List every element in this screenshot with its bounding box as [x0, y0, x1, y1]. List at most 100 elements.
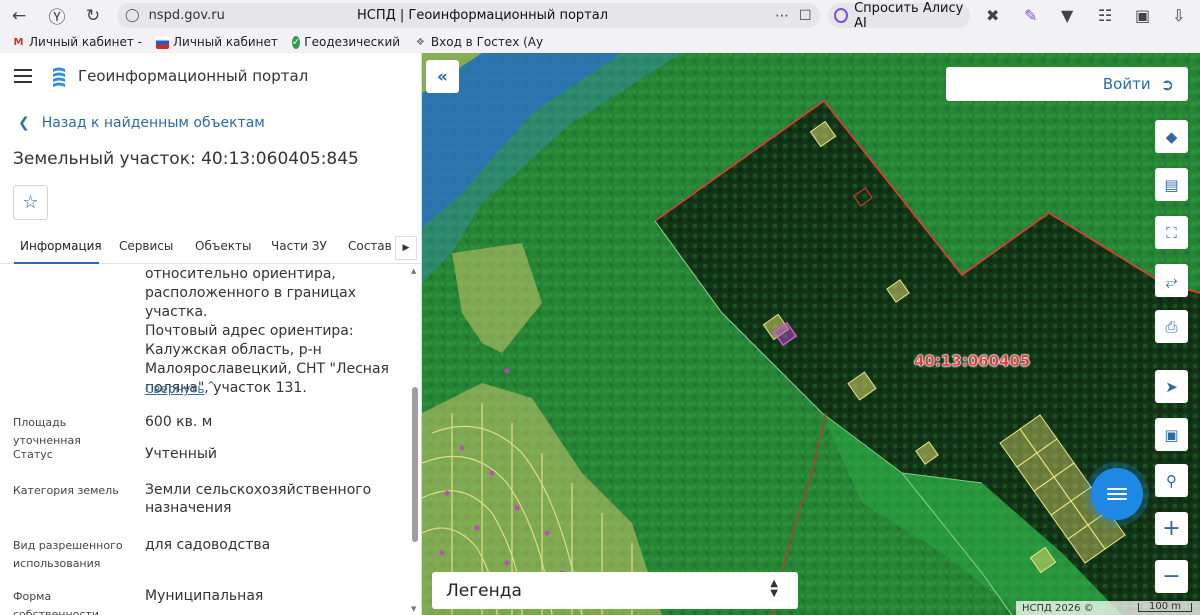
bookmark-item[interactable]: ❖ Вход в Гостех (Ау — [414, 35, 543, 49]
portal-logo-icon — [53, 67, 65, 87]
gmail-icon: M — [13, 36, 24, 48]
land-category-label: Категория земель — [13, 484, 119, 497]
bookmark-label: Вход в Гостех (Ау — [430, 35, 544, 49]
legend-label: Легенда — [446, 580, 522, 601]
zoom-in-button[interactable]: + — [1155, 512, 1188, 545]
tab-composition[interactable]: Состав — [348, 239, 392, 253]
collapse-link[interactable]: Свернуть — [145, 382, 204, 396]
bookmark-label: Геодезический ка — [304, 35, 400, 49]
alice-label: Спросить Алису AI — [854, 0, 964, 31]
select-area-button[interactable]: ⛶ — [1155, 216, 1188, 249]
tabs-scroll-right-button[interactable]: ▶ — [395, 236, 417, 260]
object-title: Земельный участок: 40:13:060405:845 — [13, 149, 359, 169]
chat-button[interactable] — [1091, 468, 1143, 520]
login-label: Войти — [1102, 75, 1151, 93]
area-value: 600 кв. м — [145, 414, 213, 430]
updown-chevron-icon: ▲ ▼ — [770, 578, 778, 599]
map-attribution: НСПД 2026 © 100 m — [1016, 601, 1200, 615]
bookmark-item[interactable]: ✓ Геодезический ка — [291, 35, 400, 49]
info-content: относительно ориентира, расположенного в… — [0, 265, 410, 615]
chevron-up-icon[interactable]: ⌃ — [206, 379, 216, 393]
pen-icon[interactable]: ✎ — [1024, 6, 1037, 25]
alice-icon — [834, 8, 849, 23]
gostech-icon: ❖ — [415, 36, 425, 48]
land-category-value: Земли сельскохозяйственного назначения — [145, 482, 372, 516]
object-info-panel: Геоинформационный портал ❮ Назад к найде… — [0, 53, 422, 615]
status-value: Учтенный — [145, 446, 218, 462]
address-line: относительно ориентира, — [145, 266, 336, 282]
back-link-label: Назад к найденным объектам — [41, 115, 265, 131]
check-circle-icon: ✓ — [291, 35, 301, 49]
back-to-results-link[interactable]: ❮ Назад к найденным объектам — [18, 115, 265, 131]
print-icon: ⎙ — [1165, 317, 1178, 336]
reload-icon[interactable]: ↻ — [76, 0, 110, 31]
tab-information[interactable]: Информация — [20, 239, 102, 253]
star-icon: ☆ — [22, 192, 39, 213]
tab-services[interactable]: Сервисы — [119, 239, 173, 253]
address-line: расположенного в границах участка. — [145, 285, 357, 320]
share-button[interactable]: ⥂ — [1155, 264, 1188, 297]
layers-button[interactable]: ◆ — [1155, 120, 1188, 153]
select-area-icon: ⛶ — [1166, 223, 1177, 242]
site-info-icon[interactable]: ◯ — [125, 8, 140, 23]
scroll-down-icon[interactable]: ▼ — [411, 605, 416, 613]
yandex-icon[interactable]: Ⓨ — [40, 0, 74, 31]
permitted-use-label: Вид разрешенного использования — [13, 539, 123, 570]
bookmarks-bar: M Личный кабинет - Личный кабинет ✓ Геод… — [0, 31, 1200, 53]
tab-parts[interactable]: Части ЗУ — [271, 239, 327, 253]
collapse-panel-button[interactable]: « — [426, 60, 459, 93]
login-button[interactable]: Войти ➲ — [946, 67, 1188, 101]
url-text: nspd.gov.ru — [148, 8, 225, 23]
tab-bar: Информация Сервисы Объекты Части ЗУ Сост… — [0, 231, 421, 264]
ownership-label: Форма собственности — [13, 590, 99, 615]
area-label: Площадь уточненная — [13, 416, 81, 447]
address-bar[interactable]: ◯ nspd.gov.ru НСПД | Геоинформационный п… — [117, 3, 820, 28]
minimap-button[interactable]: ▣ — [1155, 418, 1188, 451]
locate-button[interactable]: ➤ — [1155, 370, 1188, 403]
address-line: Малоярославецкий, СНТ "Лесная — [145, 361, 389, 377]
map-view[interactable]: « Войти ➲ ◆ ▤ ⛶ ⥂ ⎙ ➤ ▣ ⚲ + − 40:13:0604… — [422, 53, 1200, 615]
scroll-thumb[interactable] — [412, 387, 418, 542]
extension-icon[interactable]: ✖ — [986, 6, 999, 25]
collections-icon[interactable]: ▣ — [1135, 6, 1150, 25]
portal-name: Геоинформационный портал — [78, 67, 309, 85]
permitted-use-value: для садоводства — [145, 537, 271, 553]
share-icon: ⥂ — [1165, 271, 1178, 290]
measure-button[interactable]: ▤ — [1155, 168, 1188, 201]
bookmark-item[interactable]: M Личный кабинет - — [12, 35, 143, 49]
scale-bar: 100 m — [1138, 602, 1192, 612]
map-canvas[interactable] — [422, 53, 1200, 615]
zoom-out-icon: − — [1162, 564, 1181, 589]
tab-objects[interactable]: Объекты — [195, 239, 251, 253]
downloads-icon[interactable]: ⇩ — [1172, 6, 1185, 25]
search-location-icon: ⚲ — [1166, 471, 1177, 490]
address-line: Почтовый адрес ориентира: — [145, 323, 354, 339]
copyright-text: НСПД 2026 © — [1022, 602, 1094, 614]
scroll-up-icon[interactable]: ▲ — [411, 267, 416, 275]
bookmark-icon[interactable]: ☐ — [799, 8, 812, 24]
login-icon: ➲ — [1160, 74, 1174, 94]
chat-icon — [1107, 485, 1127, 503]
puzzle-icon[interactable]: ☷ — [1098, 6, 1112, 25]
bookmark-label: Личный кабинет — [173, 35, 278, 49]
search-location-button[interactable]: ⚲ — [1155, 464, 1188, 497]
alice-button[interactable]: Спросить Алису AI — [828, 0, 970, 31]
cadastral-quarter-label: 40:13:060405 — [914, 352, 1031, 370]
legend-dropdown[interactable]: Легенда ▲ ▼ — [432, 572, 798, 609]
menu-icon[interactable] — [14, 69, 32, 87]
address-line: Калужская область, р-н — [145, 342, 322, 358]
layers-icon: ◆ — [1165, 127, 1178, 146]
locate-icon: ➤ — [1165, 377, 1178, 396]
back-arrow-icon[interactable]: ← — [2, 0, 36, 31]
zoom-out-button[interactable]: − — [1155, 560, 1188, 593]
active-tab-indicator — [14, 262, 99, 264]
print-button[interactable]: ⎙ — [1155, 310, 1188, 343]
favorite-button[interactable]: ☆ — [13, 185, 48, 220]
hat-icon[interactable]: ▼ — [1061, 6, 1073, 25]
more-icon[interactable]: ⋯ — [775, 8, 790, 24]
bookmark-item[interactable]: Личный кабинет — [156, 35, 278, 49]
minimap-icon: ▣ — [1164, 425, 1179, 444]
panel-scrollbar[interactable]: ▲ ▼ — [410, 265, 420, 615]
ownership-value: Муниципальная — [145, 588, 264, 604]
bookmark-label: Личный кабинет - — [29, 35, 143, 49]
